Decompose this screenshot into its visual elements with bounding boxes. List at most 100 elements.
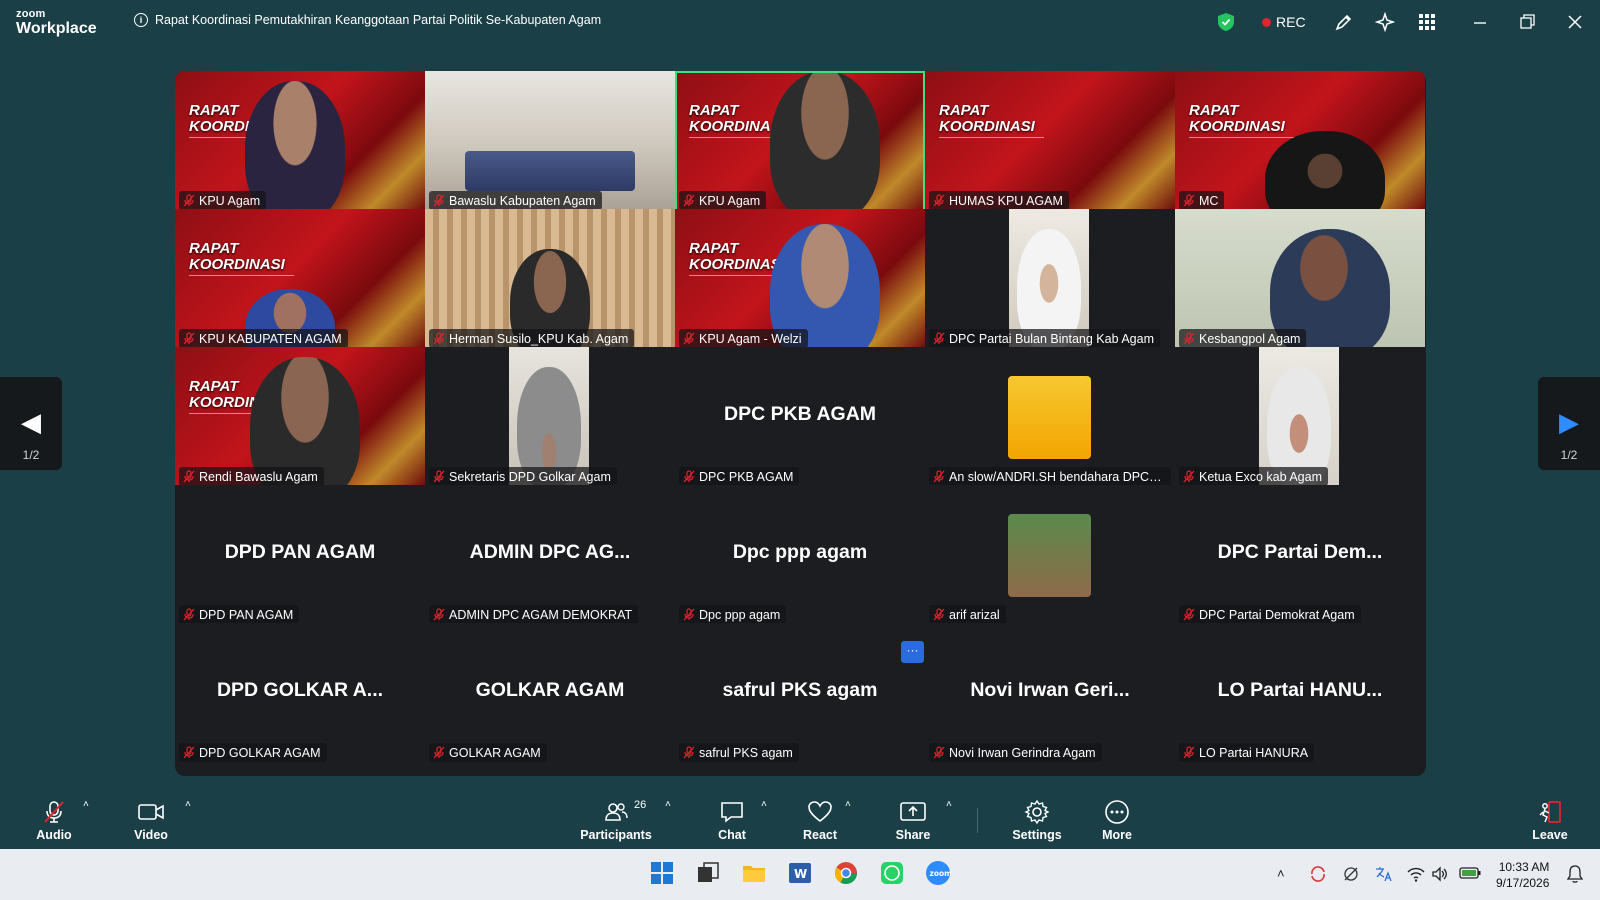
minimize-icon[interactable] bbox=[1470, 12, 1490, 32]
chat-button[interactable]: Chat bbox=[716, 786, 748, 849]
participant-tile[interactable]: DPD PAN AGAM DPD PAN AGAM bbox=[175, 485, 425, 626]
participant-tile[interactable]: LO Partai HANU... LO Partai HANURA bbox=[1175, 623, 1425, 764]
file-explorer-icon[interactable] bbox=[741, 860, 767, 886]
whatsapp-icon[interactable] bbox=[879, 860, 905, 886]
encryption-shield-icon[interactable] bbox=[1218, 13, 1234, 31]
participant-name: ADMIN DPC AGAM DEMOKRAT bbox=[449, 607, 633, 622]
participant-tile[interactable]: An slow/ANDRI.SH bendahara DPC D... bbox=[925, 347, 1175, 488]
participant-tile[interactable]: RAPAT KOORDINASI KPU Agam bbox=[675, 71, 925, 212]
participant-display-name: Dpc ppp agam bbox=[732, 541, 868, 563]
arrow-right-icon: ▶ bbox=[1559, 407, 1579, 437]
react-options-caret-icon[interactable]: ˄ bbox=[845, 799, 851, 810]
settings-label: Settings bbox=[1012, 828, 1062, 842]
participant-name: HUMAS KPU AGAM bbox=[949, 193, 1063, 208]
clock-date: 9/17/2026 bbox=[1496, 876, 1550, 890]
participant-tile[interactable]: Dpc ppp agam Dpc ppp agam bbox=[675, 485, 925, 626]
participant-display-name: DPD GOLKAR A... bbox=[216, 679, 384, 701]
participant-tile[interactable]: Sekretaris DPD Golkar Agam bbox=[425, 347, 675, 488]
wifi-icon[interactable] bbox=[1407, 865, 1425, 883]
participant-tile[interactable]: DPC Partai Dem... DPC Partai Demokrat Aga… bbox=[1175, 485, 1425, 626]
notification-bell-icon[interactable] bbox=[1566, 864, 1584, 884]
participant-name: Dpc ppp agam bbox=[699, 607, 781, 622]
participant-tile[interactable]: RAPAT KOORDINASI MC bbox=[1175, 71, 1425, 212]
ai-companion-sparkle-icon[interactable] bbox=[1375, 12, 1395, 32]
mic-muted-icon bbox=[683, 194, 695, 207]
participant-tile[interactable]: Ketua Exco kab Agam bbox=[1175, 347, 1425, 488]
speaker-volume-icon[interactable] bbox=[1431, 865, 1449, 883]
participant-name: Ketua Exco kab Agam bbox=[1199, 469, 1322, 484]
participant-tile[interactable]: DPD GOLKAR A... DPD GOLKAR AGAM bbox=[175, 623, 425, 764]
more-button[interactable]: More bbox=[1098, 786, 1136, 849]
settings-button[interactable]: Settings bbox=[1011, 786, 1063, 849]
mic-muted-icon bbox=[433, 746, 445, 759]
audio-button[interactable]: Audio bbox=[34, 786, 74, 849]
participant-tile[interactable]: Herman Susilo_KPU Kab. Agam bbox=[425, 209, 675, 350]
banner-text: RAPAT KOORDINASI bbox=[1189, 103, 1285, 135]
task-view-icon[interactable] bbox=[695, 860, 721, 886]
participant-tile[interactable]: Bawaslu Kabupaten Agam bbox=[425, 71, 675, 212]
record-dot-icon bbox=[1262, 17, 1271, 27]
participant-tile[interactable]: DPC Partai Bulan Bintang Kab Agam bbox=[925, 209, 1175, 350]
participant-tile[interactable]: ADMIN DPC AG... ADMIN DPC AGAM DEMOKRAT bbox=[425, 485, 675, 626]
participant-tile[interactable]: safrul PKS agam safrul PKS agam bbox=[675, 623, 925, 764]
participant-name-tag: DPC Partai Bulan Bintang Kab Agam bbox=[929, 329, 1160, 348]
participant-tile[interactable]: Kesbangpol Agam bbox=[1175, 209, 1425, 350]
participant-tile[interactable]: GOLKAR AGAM GOLKAR AGAM bbox=[425, 623, 675, 764]
mic-muted-icon bbox=[1183, 332, 1195, 345]
react-button[interactable]: React bbox=[802, 786, 838, 849]
share-button[interactable]: Share bbox=[893, 786, 933, 849]
participant-name-tag: DPD GOLKAR AGAM bbox=[179, 743, 327, 762]
participant-tile[interactable]: arif arizal bbox=[925, 485, 1175, 626]
participant-name: LO Partai HANURA bbox=[1199, 745, 1309, 760]
system-clock[interactable]: 10:33 AM 9/17/2026 bbox=[1496, 859, 1549, 891]
audio-options-caret-icon[interactable]: ˄ bbox=[83, 799, 89, 810]
restore-window-icon[interactable] bbox=[1517, 12, 1537, 32]
participant-tile[interactable]: RAPAT KOORDINASI KPU Agam bbox=[175, 71, 425, 212]
participant-name: Novi Irwan Gerindra Agam bbox=[949, 745, 1096, 760]
word-icon[interactable]: W bbox=[787, 860, 813, 886]
recording-indicator[interactable]: REC bbox=[1262, 14, 1306, 30]
chat-options-caret-icon[interactable]: ˄ bbox=[761, 799, 767, 810]
chrome-icon[interactable] bbox=[833, 860, 859, 886]
participant-display-name: LO Partai HANU... bbox=[1217, 679, 1383, 701]
no-notifications-icon[interactable] bbox=[1342, 865, 1360, 883]
zoom-taskbar-icon[interactable]: zoom bbox=[925, 860, 951, 886]
svg-text:W: W bbox=[794, 867, 807, 881]
next-page-button[interactable]: ▶ 1/2 bbox=[1538, 377, 1600, 470]
participant-tile[interactable]: RAPAT KOORDINASI KPU Agam - Welzi bbox=[675, 209, 925, 350]
participants-options-caret-icon[interactable]: ˄ bbox=[665, 799, 671, 810]
tray-expand-chevron-icon[interactable]: ˄ bbox=[1277, 866, 1285, 881]
banner-subtitle-strip bbox=[939, 137, 1044, 155]
react-label: React bbox=[802, 828, 838, 842]
apps-grid-icon[interactable] bbox=[1417, 12, 1437, 32]
video-button[interactable]: Video bbox=[131, 786, 171, 849]
mic-muted-icon bbox=[183, 608, 195, 621]
participant-name: arif arizal bbox=[949, 607, 1000, 622]
leave-door-icon bbox=[1539, 801, 1561, 823]
participant-tile[interactable]: RAPAT KOORDINASI KPU KABUPATEN AGAM bbox=[175, 209, 425, 350]
close-icon[interactable] bbox=[1565, 12, 1585, 32]
participant-name: Bawaslu Kabupaten Agam bbox=[449, 193, 596, 208]
participant-tile[interactable]: RAPAT KOORDINASI Rendi Bawaslu Agam bbox=[175, 347, 425, 488]
battery-charging-icon[interactable] bbox=[1459, 866, 1481, 880]
windows-start-icon[interactable] bbox=[649, 860, 675, 886]
arrow-left-icon: ◀ bbox=[21, 407, 41, 437]
participant-tile[interactable]: DPC PKB AGAM DPC PKB AGAM bbox=[675, 347, 925, 488]
language-input-icon[interactable] bbox=[1374, 865, 1394, 883]
share-options-caret-icon[interactable]: ˄ bbox=[946, 799, 952, 810]
participants-button[interactable]: Participants bbox=[580, 786, 652, 849]
participant-tile[interactable]: RAPAT KOORDINASI HUMAS KPU AGAM bbox=[925, 71, 1175, 212]
annotate-pen-icon[interactable] bbox=[1334, 12, 1354, 32]
participant-name: DPD PAN AGAM bbox=[199, 607, 294, 622]
logo-workplace-text: Workplace bbox=[16, 20, 97, 37]
info-icon[interactable]: i bbox=[134, 13, 148, 27]
video-options-caret-icon[interactable]: ˄ bbox=[185, 799, 191, 810]
meeting-info[interactable]: i Rapat Koordinasi Pemutakhiran Keanggot… bbox=[134, 13, 601, 27]
sync-icon[interactable] bbox=[1309, 865, 1327, 883]
more-options-dots-button[interactable]: ··· bbox=[901, 641, 924, 663]
banner-line1: RAPAT bbox=[939, 102, 989, 119]
previous-page-button[interactable]: ◀ 1/2 bbox=[0, 377, 62, 470]
leave-button[interactable]: Leave bbox=[1530, 786, 1570, 849]
participant-tile[interactable]: Novi Irwan Geri... Novi Irwan Gerindra Ag… bbox=[925, 623, 1175, 764]
mic-muted-icon bbox=[433, 608, 445, 621]
